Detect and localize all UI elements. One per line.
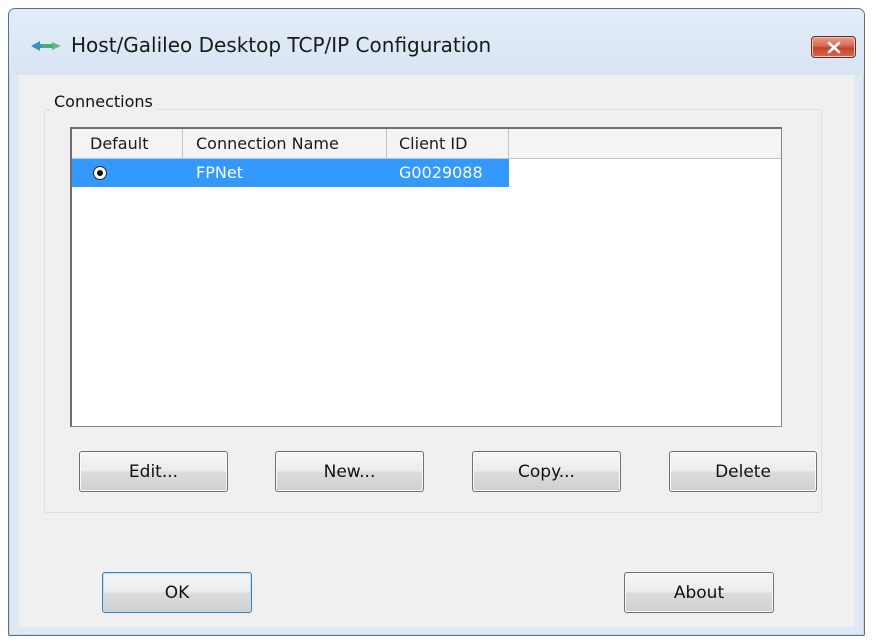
new-button[interactable]: New...	[275, 451, 424, 492]
close-button[interactable]	[811, 36, 856, 58]
network-arrows-icon	[31, 41, 61, 51]
table-row[interactable]: FPNet G0029088	[72, 159, 509, 187]
radio-selected-icon[interactable]	[93, 166, 107, 180]
client-id-cell: G0029088	[399, 163, 483, 182]
column-header-default[interactable]: Default	[72, 129, 183, 159]
config-dialog: Host/Galileo Desktop TCP/IP Configuratio…	[8, 8, 865, 636]
dialog-client-area: Connections Default Connection Name Clie…	[19, 75, 854, 627]
edit-button[interactable]: Edit...	[79, 451, 228, 492]
column-header-client-id[interactable]: Client ID	[387, 129, 509, 159]
copy-button[interactable]: Copy...	[472, 451, 621, 492]
delete-button[interactable]: Delete	[669, 451, 817, 492]
connection-name-cell: FPNet	[196, 163, 243, 182]
title-bar[interactable]: Host/Galileo Desktop TCP/IP Configuratio…	[9, 9, 864, 75]
ok-button[interactable]: OK	[102, 572, 252, 613]
close-icon	[827, 41, 841, 54]
connections-list[interactable]: Default Connection Name Client ID FPNet …	[70, 127, 782, 427]
window-title: Host/Galileo Desktop TCP/IP Configuratio…	[71, 33, 492, 57]
column-header-connection-name[interactable]: Connection Name	[183, 129, 387, 159]
connections-group-label: Connections	[50, 92, 157, 111]
about-button[interactable]: About	[624, 572, 774, 613]
list-header: Default Connection Name Client ID	[72, 129, 781, 159]
